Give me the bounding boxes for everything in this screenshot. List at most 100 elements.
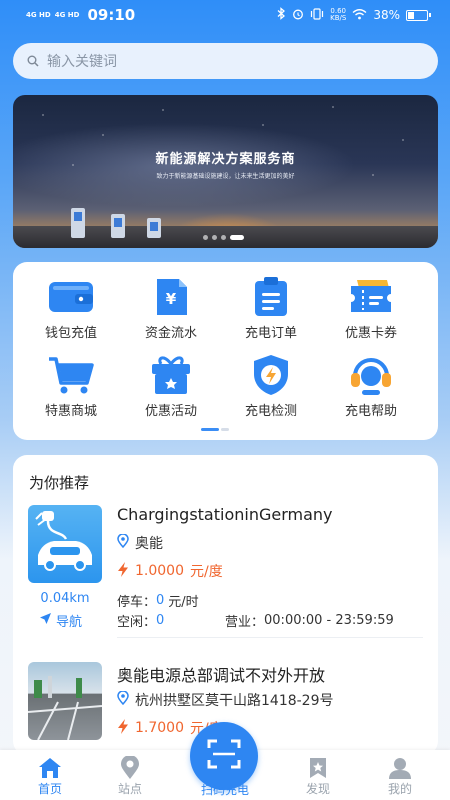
banner-subtitle: 致力于新能源基础设施建设，让未来生活更加的美好 <box>156 173 295 180</box>
headset-icon <box>346 354 396 396</box>
net-speed: 0.60 KB/S <box>330 8 346 22</box>
network-indicator-1: 4G HD <box>26 10 51 19</box>
menu-fund-flow[interactable]: ¥ 资金流水 <box>126 276 216 341</box>
tab-discover-label: 发现 <box>305 782 330 796</box>
menu-label: 钱包充值 <box>44 326 97 341</box>
svg-text:¥: ¥ <box>166 290 177 308</box>
banner-dot <box>203 235 208 240</box>
menu-label: 优惠活动 <box>144 404 197 419</box>
menu-charge-help[interactable]: 充电帮助 <box>326 354 416 419</box>
ticket-icon <box>346 276 396 318</box>
tab-home-label: 首页 <box>37 782 62 796</box>
banner-pagination <box>203 235 244 240</box>
station-thumbnail <box>28 662 102 740</box>
banner-title: 新能源解决方案服务商 <box>155 152 296 167</box>
station-address: 奥能 <box>135 536 163 552</box>
tab-stations[interactable]: 站点 <box>100 756 160 797</box>
home-icon <box>20 756 80 780</box>
station-address-row: 奥能 <box>117 533 163 553</box>
search-bar[interactable]: 输入关键词 <box>13 43 438 79</box>
hours-label: 营业： <box>225 615 265 630</box>
banner-charger-icon <box>71 208 85 238</box>
clock: 09:10 <box>87 6 136 24</box>
station-card[interactable]: ChargingstationinGermany 奥能 1.0000 元/度 0… <box>13 503 438 643</box>
ev-car-icon <box>35 511 92 571</box>
tab-stations-label: 站点 <box>117 782 142 796</box>
hours-row: 营业： 00:00:00 - 23:59:59 <box>225 611 394 630</box>
network-indicator-2: 4G HD <box>54 10 80 19</box>
bolt-icon <box>117 718 129 738</box>
navigate-arrow-icon <box>39 612 52 629</box>
banner-dot <box>212 235 217 240</box>
station-address-row: 杭州拱墅区莫干山路1418-29号 <box>117 690 334 710</box>
wifi-icon <box>352 8 367 23</box>
navigate-button[interactable]: 导航 <box>39 611 82 630</box>
parking-value: 0 <box>156 593 165 608</box>
wallet-icon <box>46 276 96 318</box>
clipboard-icon <box>246 276 296 318</box>
idle-value: 0 <box>156 613 165 628</box>
alarm-icon <box>292 8 304 23</box>
menu-charge-orders[interactable]: 充电订单 <box>226 276 316 341</box>
scan-charge-label[interactable]: 扫码充电 <box>180 781 270 798</box>
bolt-icon <box>117 561 129 581</box>
user-icon <box>370 756 430 780</box>
banner-dot-active <box>230 235 244 240</box>
scan-charge-button[interactable] <box>190 722 258 790</box>
menu-wallet-recharge[interactable]: 钱包充值 <box>26 276 116 341</box>
promo-banner[interactable]: 新能源解决方案服务商 致力于新能源基础设施建设，让未来生活更加的美好 <box>13 95 438 248</box>
menu-page-dot <box>221 428 229 431</box>
menu-label: 特惠商城 <box>44 404 97 419</box>
menu-label: 充电订单 <box>244 326 297 341</box>
recommend-section: 为你推荐 ChargingstationinGermany 奥能 1.0000 … <box>13 455 438 755</box>
vibrate-icon <box>310 7 324 23</box>
station-price: 1.0000 <box>135 563 184 579</box>
menu-page-indicator <box>201 428 229 431</box>
menu-label: 充电帮助 <box>344 404 397 419</box>
map-pin-icon <box>100 756 160 780</box>
menu-label: 资金流水 <box>144 326 197 341</box>
banner-charger-icon <box>111 214 125 238</box>
parking-row: 停车： 0 元/时 <box>117 591 199 610</box>
tab-home[interactable]: 首页 <box>20 756 80 797</box>
station-price: 1.7000 <box>135 720 184 736</box>
parking-unit: 元/时 <box>168 595 199 610</box>
menu-charge-check[interactable]: 充电检测 <box>226 354 316 419</box>
station-price-row: 1.0000 元/度 <box>117 561 223 581</box>
battery-percent: 38% <box>373 8 400 22</box>
station-name: 奥能电源总部调试不对外开放 <box>117 666 326 685</box>
location-pin-icon <box>117 690 129 709</box>
bluetooth-icon <box>277 7 286 23</box>
navigate-label: 导航 <box>56 615 83 630</box>
menu-special-mall[interactable]: 特惠商城 <box>26 354 116 419</box>
bookmark-star-icon <box>288 756 348 780</box>
function-menu: 钱包充值 ¥ 资金流水 充电订单 优惠卡券 特惠商城 优惠活动 充电检测 充电帮… <box>13 262 438 440</box>
tab-discover[interactable]: 发现 <box>288 756 348 797</box>
menu-label: 充电检测 <box>244 404 297 419</box>
station-name: ChargingstationinGermany <box>117 505 333 524</box>
idle-label: 空闲： <box>117 615 157 630</box>
station-address: 杭州拱墅区莫干山路1418-29号 <box>135 693 334 709</box>
search-icon <box>27 52 39 71</box>
hours-value: 00:00:00 - 23:59:59 <box>264 613 394 628</box>
scan-icon <box>207 739 241 773</box>
menu-label: 优惠卡券 <box>344 326 397 341</box>
parking-label: 停车： <box>117 595 157 610</box>
idle-row: 空闲： 0 <box>117 611 164 630</box>
battery-icon <box>406 9 431 21</box>
battery-fill <box>408 11 415 19</box>
gift-icon <box>146 354 196 396</box>
station-photo <box>28 676 102 740</box>
station-distance: 0.04km <box>40 591 90 606</box>
tab-mine-label: 我的 <box>387 782 412 796</box>
tab-mine[interactable]: 我的 <box>370 756 430 797</box>
recommend-title: 为你推荐 <box>29 474 90 492</box>
shield-bolt-icon <box>246 354 296 396</box>
banner-charger-icon <box>147 218 161 238</box>
menu-promotions[interactable]: 优惠活动 <box>126 354 216 419</box>
menu-coupons[interactable]: 优惠卡券 <box>326 276 416 341</box>
banner-dot <box>221 235 226 240</box>
menu-page-dot-active <box>201 428 219 431</box>
cart-icon <box>46 354 96 396</box>
card-divider <box>117 637 423 638</box>
